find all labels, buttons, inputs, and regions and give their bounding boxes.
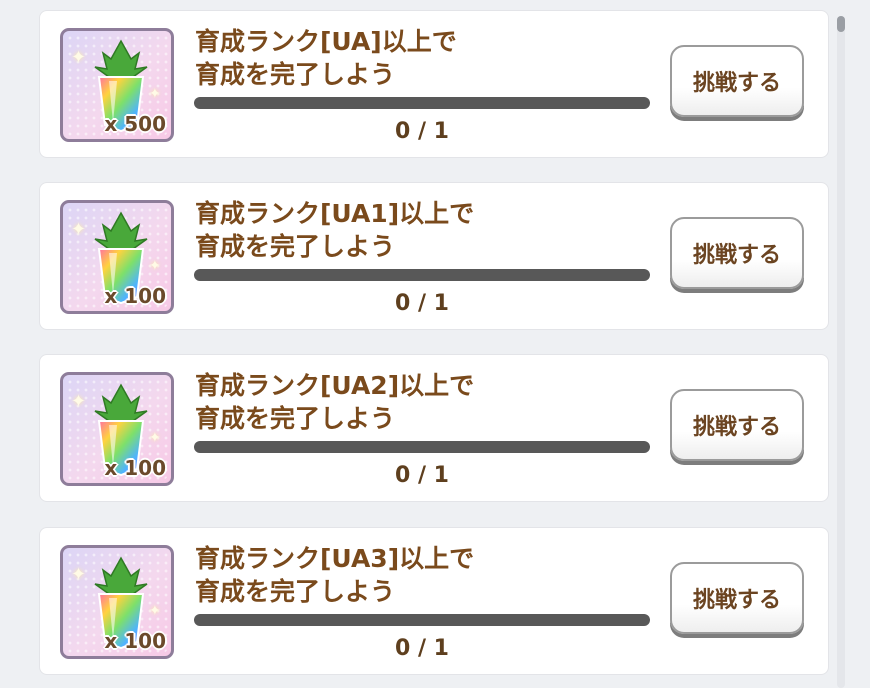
- reward-quantity: x 100: [104, 284, 166, 308]
- progress-bar: [194, 614, 650, 626]
- progress-bar: [194, 269, 650, 281]
- mission-title: 育成ランク[UA3]以上で 育成を完了しよう: [195, 544, 475, 606]
- sparkle-icon: ✦: [149, 603, 161, 619]
- mission-card: ✦ ✦ x 100 育成ランク[UA3]以上で 育成を完了しよう 0 / 1 挑…: [39, 527, 829, 675]
- reward-item[interactable]: ✦ ✦ x 100: [60, 372, 174, 486]
- sparkle-icon: ✦: [71, 564, 87, 585]
- mission-card: ✦ ✦ x 100 育成ランク[UA1]以上で 育成を完了しよう 0 / 1 挑…: [39, 182, 829, 330]
- progress-count: 0 / 1: [395, 291, 449, 316]
- progress-count: 0 / 1: [395, 463, 449, 488]
- scrollbar[interactable]: [837, 16, 845, 688]
- mission-title: 育成ランク[UA2]以上で 育成を完了しよう: [195, 371, 475, 433]
- reward-item[interactable]: ✦ ✦ x 100: [60, 200, 174, 314]
- reward-quantity: x 100: [104, 629, 166, 653]
- reward-item[interactable]: ✦ ✦ x 100: [60, 545, 174, 659]
- mission-title: 育成ランク[UA]以上で 育成を完了しよう: [195, 27, 457, 89]
- challenge-button[interactable]: 挑戦する: [670, 217, 804, 289]
- progress-bar: [194, 97, 650, 109]
- sparkle-icon: ✦: [71, 47, 87, 68]
- mission-list: ✦ ✦ x 500 育成ランク[UA]以上で 育成を完了しよう 0 / 1 挑戦…: [0, 0, 870, 688]
- sparkle-icon: ✦: [149, 86, 161, 102]
- progress-count: 0 / 1: [395, 119, 449, 144]
- reward-item[interactable]: ✦ ✦ x 500: [60, 28, 174, 142]
- progress-bar: [194, 441, 650, 453]
- challenge-button[interactable]: 挑戦する: [670, 45, 804, 117]
- sparkle-icon: ✦: [149, 430, 161, 446]
- challenge-button[interactable]: 挑戦する: [670, 389, 804, 461]
- sparkle-icon: ✦: [71, 219, 87, 240]
- progress-count: 0 / 1: [395, 636, 449, 661]
- sparkle-icon: ✦: [149, 258, 161, 274]
- mission-card: ✦ ✦ x 100 育成ランク[UA2]以上で 育成を完了しよう 0 / 1 挑…: [39, 354, 829, 502]
- reward-quantity: x 100: [104, 456, 166, 480]
- mission-card: ✦ ✦ x 500 育成ランク[UA]以上で 育成を完了しよう 0 / 1 挑戦…: [39, 10, 829, 158]
- sparkle-icon: ✦: [71, 391, 87, 412]
- mission-title: 育成ランク[UA1]以上で 育成を完了しよう: [195, 199, 475, 261]
- reward-quantity: x 500: [104, 112, 166, 136]
- scrollbar-thumb[interactable]: [837, 16, 845, 32]
- challenge-button[interactable]: 挑戦する: [670, 562, 804, 634]
